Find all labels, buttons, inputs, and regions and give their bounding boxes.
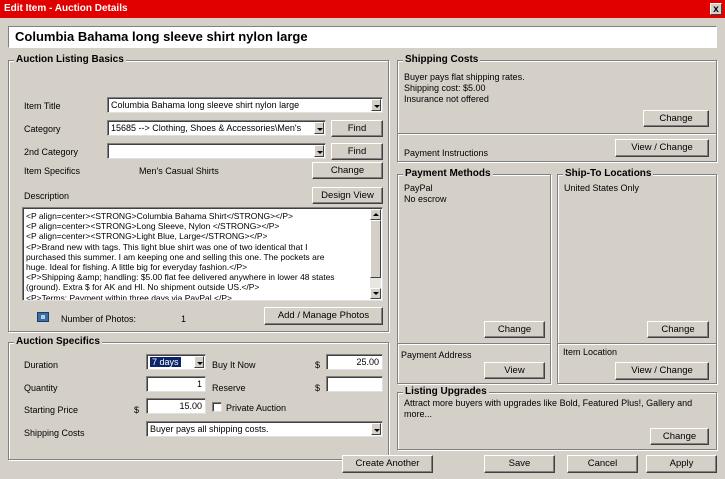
category-select[interactable]: 15685 --> Clothing, Shoes & Accessories\… [107,120,326,136]
starting-price-label: Starting Price [24,405,79,415]
item-title-value: Columbia Bahama long sleeve shirt nylon … [111,100,300,110]
item-title-label: Item Title [24,101,61,111]
category-value: 15685 --> Clothing, Shoes & Accessories\… [111,123,302,133]
design-view-button[interactable]: Design View [312,187,383,204]
description-line: purchased this summer. I am keeping one … [26,251,325,262]
payment-instructions-label: Payment Instructions [404,148,489,158]
shipping-line: Insurance not offered [404,94,489,104]
ship-to-locations-legend: Ship-To Locations [563,168,654,179]
payment-address-view-button[interactable]: View [484,362,545,379]
description-line: <P>Brand new with tags. This light blue … [26,241,308,252]
second-category-label: 2nd Category [24,147,79,157]
listing-upgrades-text: Attract more buyers with upgrades like B… [404,398,693,419]
apply-button[interactable]: Apply [646,455,717,473]
duration-label: Duration [24,360,59,370]
close-icon[interactable]: x [710,3,722,15]
window-titlebar: Edit Item - Auction Details [0,0,725,18]
scroll-thumb[interactable] [370,220,381,278]
buy-it-now-input[interactable]: 25.00 [326,354,383,370]
description-textarea[interactable]: <P align=center><STRONG>Columbia Bahama … [22,207,383,301]
payment-divider [398,343,550,345]
description-label: Description [24,191,70,201]
photos-count: 1 [181,314,187,324]
ship-to-change-button[interactable]: Change [647,321,709,338]
shipping-costs-select[interactable]: Buyer pays all shipping costs. [146,421,383,437]
reserve-dollar: $ [315,383,321,393]
find-second-category-button[interactable]: Find [331,143,383,160]
find-category-button[interactable]: Find [331,120,383,137]
description-line: <P>Terms: Payment within three days via … [26,292,232,301]
chevron-down-icon[interactable] [371,99,381,111]
description-line: <P align=center><STRONG>Light Blue, Larg… [26,231,268,242]
starting-price-input[interactable]: 15.00 [146,398,206,414]
second-category-select[interactable] [107,143,326,159]
listing-upgrades-change-button[interactable]: Change [650,428,709,445]
shipping-costs-value: Buyer pays all shipping costs. [150,424,269,434]
shipping-divider [398,133,716,135]
shipping-costs-legend: Shipping Costs [403,54,481,65]
buy-it-now-label: Buy It Now [212,360,256,370]
description-line: <P align=center><STRONG>Columbia Bahama … [26,211,294,221]
shipping-change-button[interactable]: Change [643,110,709,127]
starting-price-dollar: $ [134,405,140,415]
shipping-line: Buyer pays flat shipping rates. [404,72,525,82]
quantity-label: Quantity [24,383,58,393]
photos-label: Number of Photos: [61,314,137,324]
chevron-down-icon[interactable] [314,122,324,134]
listing-upgrades-legend: Listing Upgrades [403,386,489,397]
ship-to-divider [558,343,716,345]
description-scrollbar[interactable] [370,209,381,299]
chevron-down-icon[interactable] [371,423,381,435]
quantity-input[interactable]: 1 [146,376,206,392]
reserve-input[interactable] [326,376,383,392]
payment-address-label: Payment Address [401,350,472,360]
window-title: Edit Item - Auction Details [4,3,128,14]
item-location-view-change-button[interactable]: View / Change [615,362,709,380]
description-line: <P>Shipping &amp; handling: $5.00 flat f… [26,272,335,283]
duration-select[interactable]: 7 days [146,354,206,370]
shipping-costs-label: Shipping Costs [24,428,85,438]
shipping-line: Shipping cost: $5.00 [404,83,486,93]
item-specifics-label: Item Specifics [24,166,81,176]
chevron-down-icon[interactable] [314,145,324,157]
category-label: Category [24,124,61,134]
private-auction-label: Private Auction [226,403,287,413]
payment-methods-change-button[interactable]: Change [484,321,545,338]
payment-instructions-view-change-button[interactable]: View / Change [615,139,709,157]
scroll-down-arrow-icon[interactable] [370,288,381,299]
cancel-button[interactable]: Cancel [567,455,638,473]
save-button[interactable]: Save [484,455,555,473]
item-title-select[interactable]: Columbia Bahama long sleeve shirt nylon … [107,97,383,113]
payment-methods-legend: Payment Methods [403,168,493,179]
description-line: (ground). Extra $ for AK and HI. No ship… [26,282,260,293]
reserve-label: Reserve [212,383,246,393]
page-title: Columbia Bahama long sleeve shirt nylon … [8,26,717,48]
payment-line: No escrow [404,194,447,204]
item-location-label: Item Location [563,347,618,357]
description-line: <P align=center><STRONG>Long Sleeve, Nyl… [26,221,280,232]
duration-value: 7 days [150,357,181,367]
item-specifics-change-button[interactable]: Change [312,162,383,179]
add-manage-photos-button[interactable]: Add / Manage Photos [264,307,383,325]
payment-summary: PayPal No escrow [404,183,447,205]
camera-icon [37,312,49,322]
ship-to-line: United States Only [564,183,640,193]
item-specifics-value: Men's Casual Shirts [139,166,219,176]
description-line: huge. Ideal for fishing. A little big fo… [26,262,248,273]
private-auction-checkbox[interactable] [212,402,222,412]
buy-it-now-dollar: $ [315,360,321,370]
auction-specifics-legend: Auction Specifics [14,336,102,347]
chevron-down-icon[interactable] [194,356,204,368]
shipping-summary: Buyer pays flat shipping rates. Shipping… [404,72,525,105]
ship-to-summary: United States Only [564,183,639,194]
scroll-up-arrow-icon[interactable] [370,209,381,220]
payment-line: PayPal [404,183,433,193]
auction-listing-basics-legend: Auction Listing Basics [14,54,126,65]
create-another-button[interactable]: Create Another [342,455,433,473]
